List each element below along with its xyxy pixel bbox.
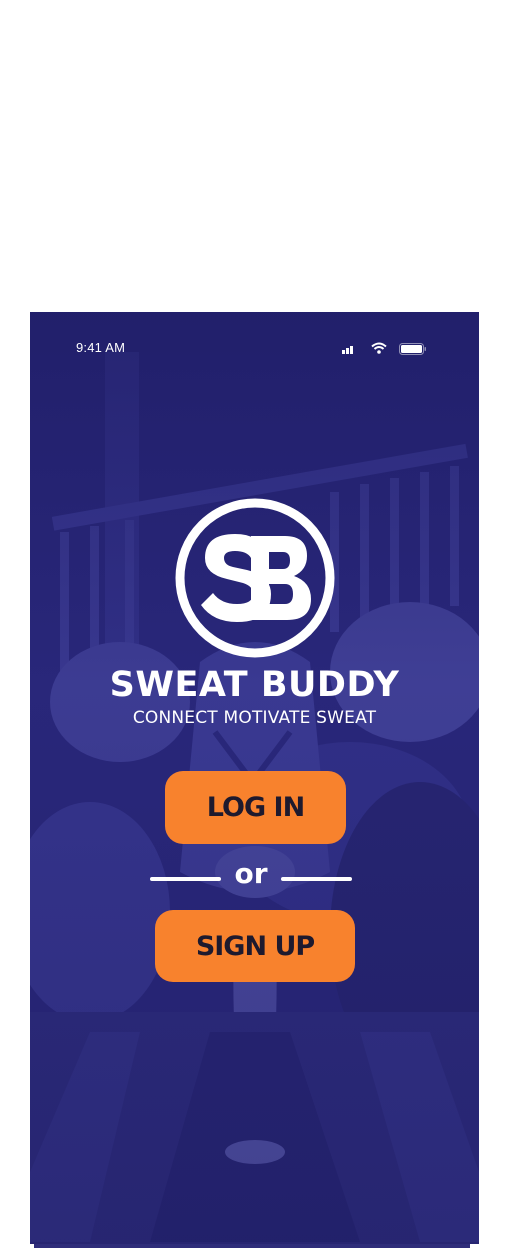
cellular-signal-icon xyxy=(342,346,353,354)
welcome-screen: 9:41 AM SWEAT BUDDY CONNECT MOTIVATE SWE… xyxy=(30,312,479,1244)
app-tagline: CONNECT MOTIVATE SWEAT xyxy=(132,708,377,728)
divider-or-text: or xyxy=(234,857,268,890)
status-bar: 9:41 AM xyxy=(30,312,479,382)
status-icons xyxy=(340,342,430,356)
divider-line-right xyxy=(281,877,352,881)
wifi-icon xyxy=(371,342,387,354)
device-bottom-edge xyxy=(34,1244,470,1248)
signup-button[interactable]: SIGN UP xyxy=(155,910,355,982)
status-time: 9:41 AM xyxy=(76,340,126,355)
login-button[interactable]: LOG IN xyxy=(165,771,346,844)
sweat-buddy-logo xyxy=(175,498,335,658)
app-title: SWEAT BUDDY xyxy=(109,665,400,705)
divider-line-left xyxy=(150,877,221,881)
battery-icon xyxy=(399,343,426,355)
